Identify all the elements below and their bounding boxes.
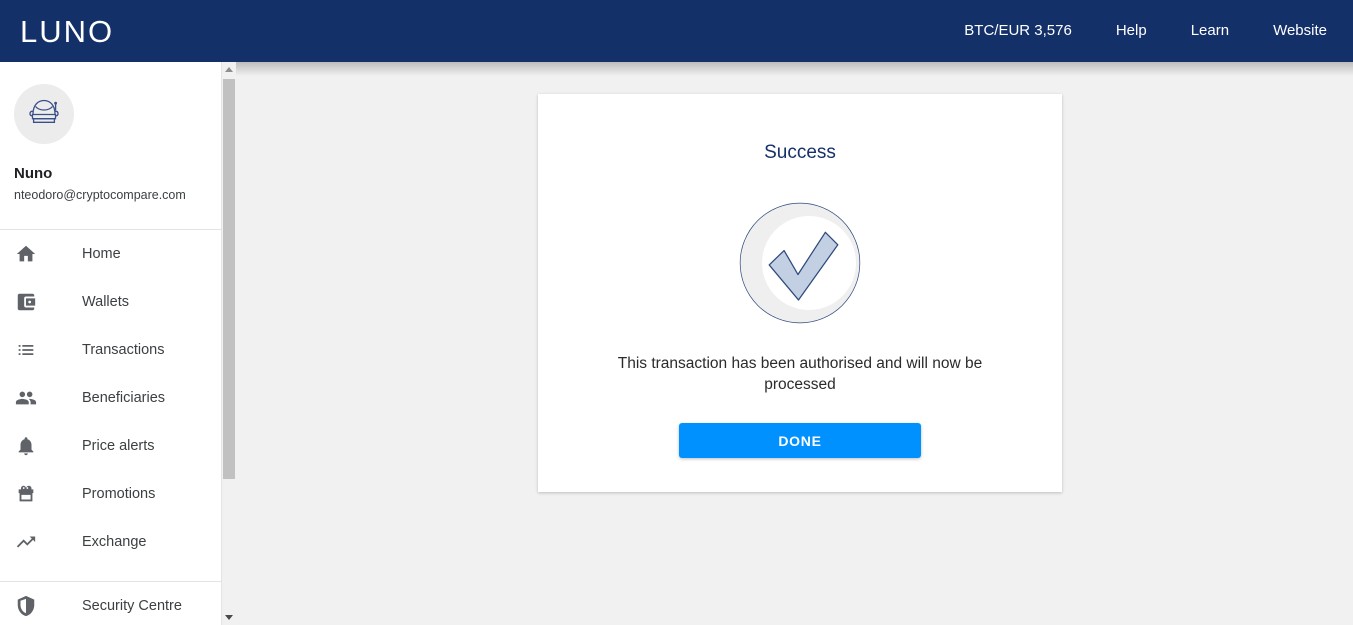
wallet-icon xyxy=(14,290,38,314)
nav-learn[interactable]: Learn xyxy=(1169,0,1251,62)
sidebar-item-exchange[interactable]: Exchange xyxy=(0,518,221,566)
main-content: Success This transaction has been author… xyxy=(236,62,1353,625)
sidebar-item-label: Wallets xyxy=(82,294,129,310)
done-button[interactable]: DONE xyxy=(679,423,921,458)
check-circle-icon xyxy=(538,202,1062,324)
astronaut-helmet-icon xyxy=(25,93,63,136)
sidebar-item-label: Price alerts xyxy=(82,438,155,454)
gift-icon xyxy=(14,482,38,506)
chevron-down-icon[interactable] xyxy=(222,610,236,625)
sidebar-item-promotions[interactable]: Promotions xyxy=(0,470,221,518)
sidebar-menu: Home Wallets Transactions Beneficiaries xyxy=(0,230,221,566)
success-card: Success This transaction has been author… xyxy=(538,94,1062,492)
sidebar-item-label: Promotions xyxy=(82,486,156,502)
bell-icon xyxy=(14,434,38,458)
sidebar: Nuno nteodoro@cryptocompare.com Home Wal… xyxy=(0,62,221,625)
scrollbar-thumb[interactable] xyxy=(223,79,235,479)
header-shadow xyxy=(236,62,1353,76)
sidebar-item-label: Beneficiaries xyxy=(82,390,166,406)
sidebar-item-home[interactable]: Home xyxy=(0,230,221,278)
people-icon xyxy=(14,386,38,410)
luno-logo[interactable]: LUNO xyxy=(20,16,114,47)
sidebar-item-label: Exchange xyxy=(82,534,147,550)
nav-btc-eur-rate[interactable]: BTC/EUR 3,576 xyxy=(942,0,1094,62)
sidebar-item-wallets[interactable]: Wallets xyxy=(0,278,221,326)
chevron-up-icon[interactable] xyxy=(222,62,236,77)
sidebar-item-beneficiaries[interactable]: Beneficiaries xyxy=(0,374,221,422)
avatar[interactable] xyxy=(14,84,74,144)
sidebar-scrollbar[interactable] xyxy=(221,62,236,625)
sidebar-item-label: Transactions xyxy=(82,342,165,358)
sidebar-item-security-centre[interactable]: Security Centre xyxy=(0,582,221,625)
sidebar-item-transactions[interactable]: Transactions xyxy=(0,326,221,374)
sidebar-item-price-alerts[interactable]: Price alerts xyxy=(0,422,221,470)
profile-section: Nuno nteodoro@cryptocompare.com xyxy=(0,62,221,202)
nav-website[interactable]: Website xyxy=(1251,0,1353,62)
profile-name: Nuno xyxy=(14,165,53,182)
sidebar-item-label: Home xyxy=(82,246,121,262)
home-icon xyxy=(14,242,38,266)
status-message: This transaction has been authorised and… xyxy=(617,355,983,393)
header-nav: BTC/EUR 3,576 Help Learn Website xyxy=(942,0,1353,62)
shield-icon xyxy=(14,594,38,618)
top-header: LUNO BTC/EUR 3,576 Help Learn Website xyxy=(0,0,1353,62)
trending-up-icon xyxy=(14,530,38,554)
sidebar-menu-bottom: Security Centre xyxy=(0,582,221,625)
profile-email: nteodoro@cryptocompare.com xyxy=(14,187,186,202)
sidebar-item-label: Security Centre xyxy=(82,598,182,614)
page-title: Success xyxy=(764,142,836,163)
nav-help[interactable]: Help xyxy=(1094,0,1169,62)
list-icon xyxy=(14,338,38,362)
